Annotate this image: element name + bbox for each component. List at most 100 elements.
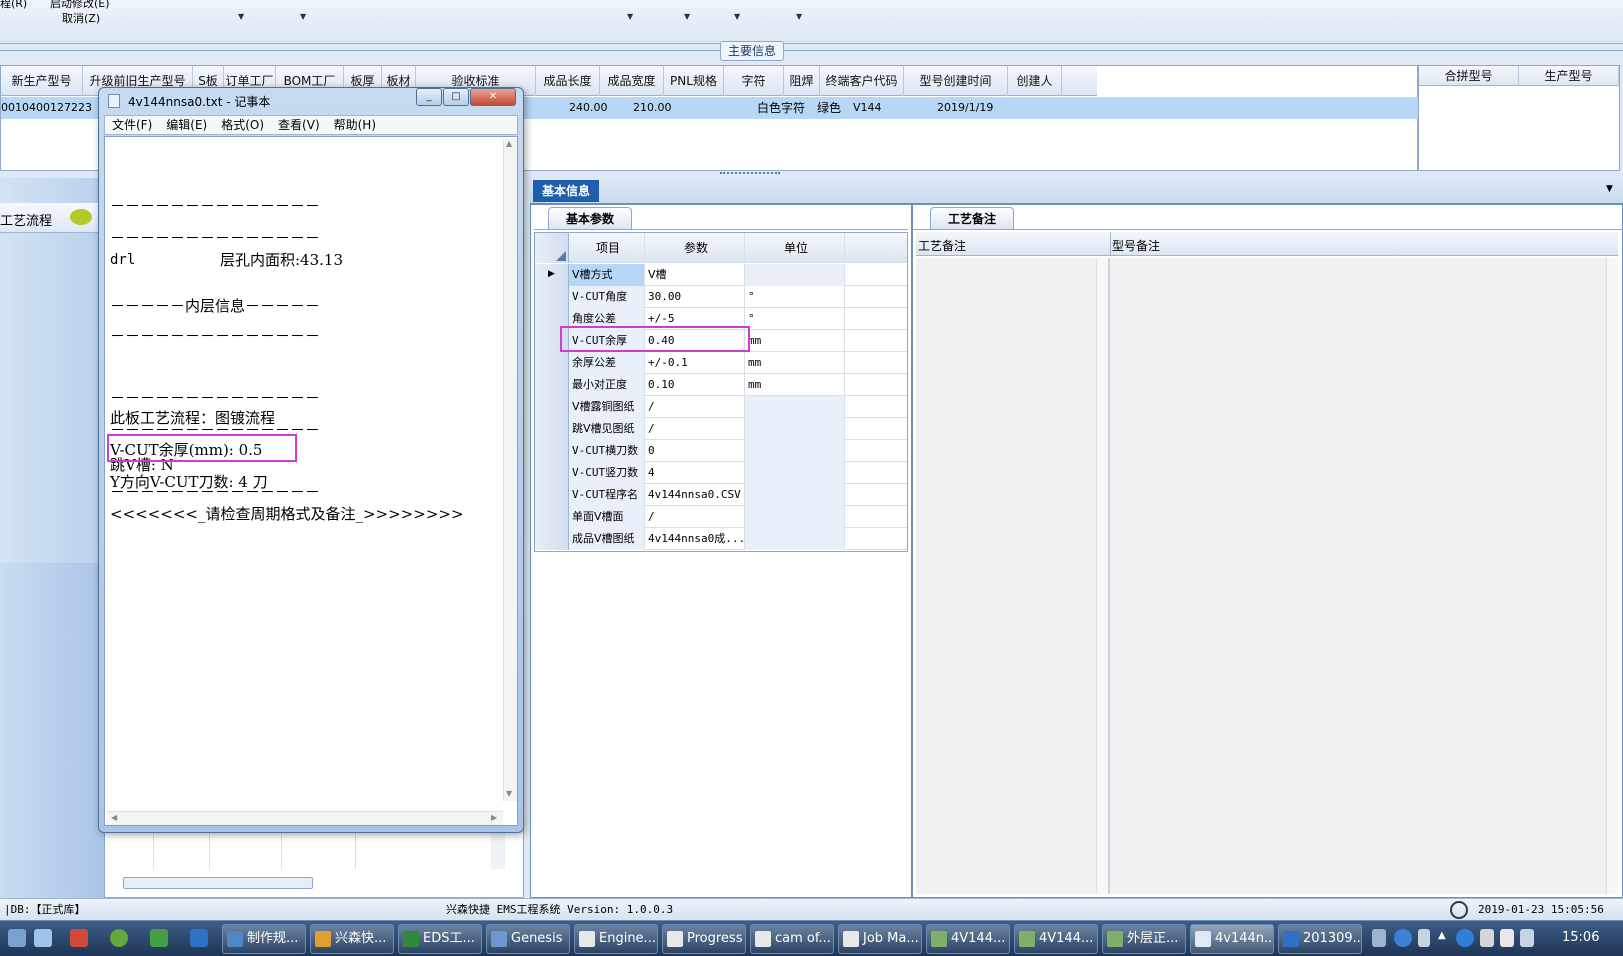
taskbar-button[interactable]: 制作规... [222,924,306,954]
column-header[interactable]: 型号备注 [1112,237,1160,254]
column-header[interactable]: 阻焊 [784,66,820,96]
column-header[interactable]: 单位 [745,233,845,263]
cell-param[interactable]: 4v144nnsa0.CSV [645,484,745,506]
minimize-button[interactable]: _ [416,88,442,106]
column-header[interactable]: PNL规格 [664,66,724,96]
taskbar-button[interactable]: Progress [662,924,746,954]
table-row[interactable]: V-CUT竖刀数 4 [535,462,907,484]
chat-bubble-icon[interactable] [70,209,92,225]
cancel-button[interactable]: 取消(Z) [62,10,100,26]
column-header[interactable]: 项目 [569,233,645,263]
menu-item-cut[interactable]: 程(R) [0,0,27,11]
column-header[interactable]: 合拼型号 [1419,66,1519,86]
cell-param[interactable]: 4v144nnsa0成... [645,528,745,550]
column-header[interactable]: 生产型号 [1519,66,1619,86]
chevron-down-icon[interactable]: ▼ [684,12,690,21]
column-header[interactable]: 工艺备注 [918,237,966,254]
tray-expand-icon[interactable]: ▲ [1438,930,1446,941]
cell-length: 240.00 [569,101,608,114]
column-header[interactable]: 创建人 [1008,66,1062,96]
vertical-scrollbar[interactable] [1606,258,1618,894]
cell-param[interactable]: 0 [645,440,745,462]
table-row[interactable]: V-CUT横刀数 0 [535,440,907,462]
taskbar-clock[interactable]: 15:06 [1562,930,1599,945]
chevron-down-icon[interactable]: ▼ [796,12,802,21]
column-header[interactable]: 成品长度 [536,66,600,96]
menu-view[interactable]: 查看(V) [271,116,327,134]
cell-param[interactable]: 4 [645,462,745,484]
column-header[interactable]: 成品宽度 [600,66,664,96]
taskbar-button[interactable]: 201309... [1278,924,1362,954]
menu-format[interactable]: 格式(O) [214,116,271,134]
chevron-down-icon[interactable]: ▼ [627,12,633,21]
taskbar-button[interactable]: Job Ma... [838,924,922,954]
vertical-scrollbar[interactable] [1096,258,1108,894]
table-row[interactable]: V槽露铜图纸 / [535,396,907,418]
chevron-down-icon[interactable]: ▼ [734,12,740,21]
table-row[interactable]: 跳V槽见图纸 / [535,418,907,440]
cell-param[interactable]: +/-0.1 [645,352,745,374]
horizontal-scrollbar-thumb[interactable] [123,877,313,889]
menu-help[interactable]: 帮助(H) [327,116,383,134]
flag-icon[interactable] [1500,929,1514,947]
horizontal-scrollbar[interactable]: ◀ ▶ [107,811,503,825]
cell-param[interactable]: 0.10 [645,374,745,396]
cell-param[interactable]: / [645,396,745,418]
cell-param[interactable]: / [645,506,745,528]
app-icon[interactable] [190,929,208,947]
column-header[interactable]: 参数 [645,233,745,263]
remarks-text-area[interactable] [916,258,1618,894]
taskbar-button[interactable]: 外层正... [1102,924,1186,954]
tab-basic-params[interactable]: 基本参数 [548,207,632,229]
vertical-scrollbar[interactable] [491,829,505,869]
vertical-scrollbar[interactable]: ▲ ▼ [503,139,517,801]
taskbar-button[interactable]: 兴森快... [310,924,394,954]
tab-basic-info[interactable]: 基本信息 [533,180,599,202]
table-row[interactable]: 最小对正度 0.10 mm [535,374,907,396]
select-all-corner[interactable] [535,233,569,263]
menu-edit[interactable]: 编辑(E) [159,116,214,134]
taskbar-button[interactable]: EDS工... [398,924,482,954]
highlight-box [560,326,750,352]
tray-icon[interactable] [1480,929,1494,947]
cell-param[interactable]: 30.00 [645,286,745,308]
column-header[interactable]: 型号创建时间 [904,66,1008,96]
table-row[interactable]: 成品V槽图纸 4v144nnsa0成... [535,528,907,550]
desktop-icon[interactable] [8,929,26,947]
column-header[interactable]: 终端客户代码 [820,66,904,96]
table-row[interactable]: 余厚公差 +/-0.1 mm [535,352,907,374]
menu-file[interactable]: 文件(F) [105,116,159,134]
process-flow-tab[interactable]: 工艺流程 [0,203,100,233]
text-line: －－－－－内层信息－－－－－ [110,297,321,315]
network-icon[interactable] [1456,929,1474,947]
taskbar-button[interactable]: cam of... [750,924,834,954]
taskbar-button[interactable]: 4V144... [926,924,1010,954]
tray-icon[interactable] [1418,929,1430,947]
table-row[interactable]: 单面V槽面 / [535,506,907,528]
chevron-down-icon[interactable]: ▼ [1606,184,1613,194]
volume-icon[interactable] [1520,929,1534,947]
browser-icon[interactable] [110,929,128,947]
table-row[interactable]: V-CUT角度 30.00 ° [535,286,907,308]
maximize-button[interactable]: □ [443,88,469,106]
column-header[interactable]: 字符 [724,66,784,96]
splitter-handle[interactable] [720,172,780,177]
taskbar-button-active[interactable]: 4v144n... [1190,924,1274,954]
column-header[interactable]: 新生产型号 [1,66,83,96]
close-button[interactable]: ✕ [470,88,516,106]
taskbar-button[interactable]: 4V144... [1014,924,1098,954]
taskbar-button[interactable]: Engine... [574,924,658,954]
chevron-down-icon[interactable]: ▼ [238,12,244,21]
tray-icon[interactable] [1372,929,1386,947]
table-row[interactable]: ▶ V槽方式 V槽 [535,264,907,286]
app-icon[interactable] [70,929,88,947]
chevron-down-icon[interactable]: ▼ [300,12,306,21]
help-icon[interactable] [1394,929,1412,947]
app-icon[interactable] [150,929,168,947]
table-row[interactable]: V-CUT程序名 4v144nnsa0.CSV [535,484,907,506]
file-icon[interactable] [34,929,52,947]
tab-process-remarks[interactable]: 工艺备注 [930,207,1014,229]
cell-param[interactable]: / [645,418,745,440]
cell-param[interactable]: V槽 [645,264,745,286]
taskbar-button[interactable]: Genesis [486,924,570,954]
